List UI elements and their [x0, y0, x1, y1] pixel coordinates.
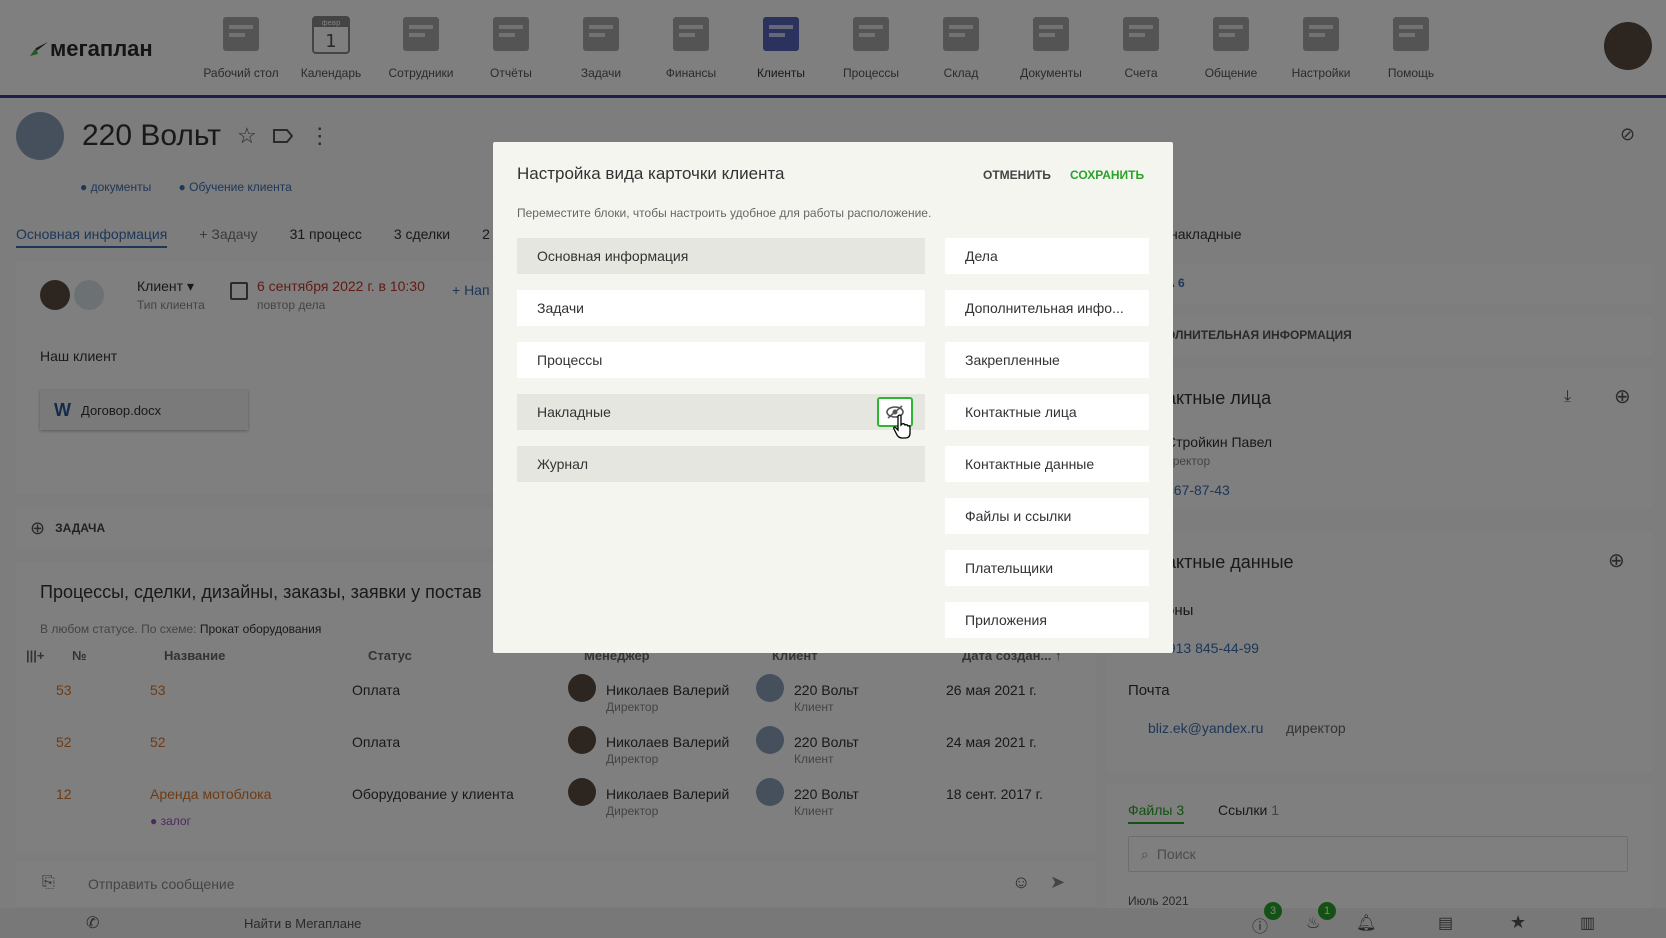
- block-label: Процессы: [537, 352, 603, 368]
- layout-block[interactable]: Дела: [945, 238, 1149, 274]
- layout-block[interactable]: Основная информация: [517, 238, 925, 274]
- card-view-settings-dialog: Настройка вида карточки клиента ОТМЕНИТЬ…: [493, 142, 1173, 653]
- block-label: Журнал: [537, 456, 589, 472]
- dialog-hint: Переместите блоки, чтобы настроить удобн…: [517, 206, 932, 220]
- layout-block[interactable]: Контактные лица: [945, 394, 1149, 430]
- layout-block[interactable]: Приложения: [945, 602, 1149, 638]
- save-button[interactable]: СОХРАНИТЬ: [1070, 168, 1144, 182]
- layout-block[interactable]: Файлы и ссылки: [945, 498, 1149, 534]
- block-label: Задачи: [537, 300, 585, 316]
- block-label: Накладные: [537, 404, 611, 420]
- layout-block[interactable]: Контактные данные: [945, 446, 1149, 482]
- hand-cursor-icon: [893, 414, 911, 439]
- layout-block[interactable]: Процессы: [517, 342, 925, 378]
- cancel-button[interactable]: ОТМЕНИТЬ: [983, 168, 1051, 182]
- layout-block[interactable]: Накладные: [517, 394, 925, 430]
- layout-block[interactable]: Дополнительная инфо...: [945, 290, 1149, 326]
- dialog-title: Настройка вида карточки клиента: [517, 164, 785, 183]
- block-label: Основная информация: [537, 248, 689, 264]
- layout-block[interactable]: Задачи: [517, 290, 925, 326]
- layout-block[interactable]: Плательщики: [945, 550, 1149, 586]
- layout-block[interactable]: Журнал: [517, 446, 925, 482]
- layout-block[interactable]: Закрепленные: [945, 342, 1149, 378]
